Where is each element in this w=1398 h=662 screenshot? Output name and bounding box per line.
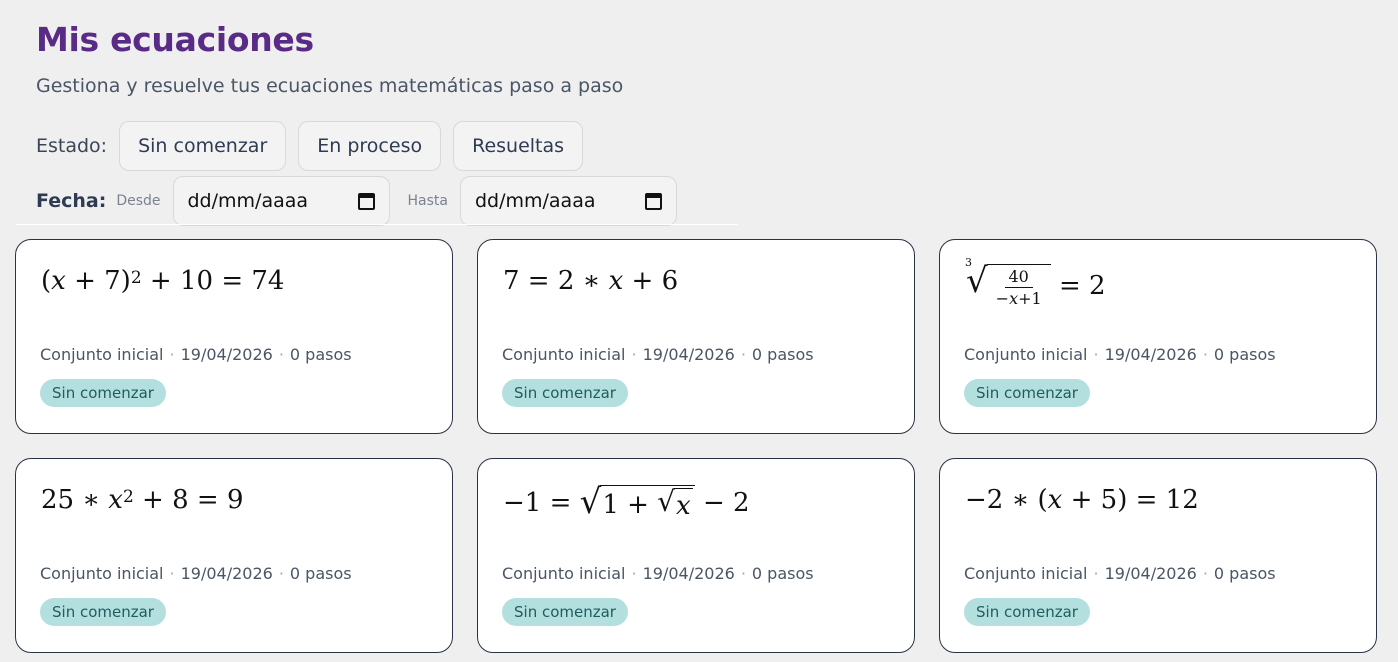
equation-meta: Conjunto inicial · 19/04/2026 · 0 pasos	[964, 345, 1276, 364]
equation-meta: Conjunto inicial · 19/04/2026 · 0 pasos	[502, 564, 814, 583]
hasta-date-value: dd/mm/aaaa	[474, 190, 596, 212]
equation-card[interactable]: (x + 7) 2 + 10 = 74 Conjunto inicial · 19/0…	[15, 239, 453, 434]
desde-label: Desde	[116, 193, 161, 209]
date-filter-label: Fecha:	[36, 190, 107, 212]
status-badge: Sin comenzar	[40, 379, 166, 407]
calendar-icon[interactable]	[644, 192, 662, 210]
equation-date: 19/04/2026	[180, 345, 273, 364]
equation-steps: 0 pasos	[1213, 345, 1276, 364]
equation-date: 19/04/2026	[1104, 564, 1197, 583]
equation-formula: 25 ∗ x2 + 8 = 9	[41, 485, 244, 515]
filter-resueltas-button[interactable]: Resueltas	[453, 121, 584, 171]
status-badge: Sin comenzar	[964, 598, 1090, 626]
page-subtitle: Gestiona y resuelve tus ecuaciones matem…	[36, 75, 624, 97]
desde-date-input[interactable]: dd/mm/aaaa	[172, 176, 390, 226]
filter-sin-comenzar-button[interactable]: Sin comenzar	[119, 121, 287, 171]
hasta-date-input[interactable]: dd/mm/aaaa	[459, 176, 677, 226]
equation-card[interactable]: 3 √ 40 −x+1 = 2 Conjunto inicial · 19/04/20…	[939, 239, 1377, 434]
equations-page: Mis ecuaciones Gestiona y resuelve tus e…	[0, 0, 1398, 662]
equation-formula: −2 ∗ (x + 5) = 12	[965, 485, 1199, 515]
equation-card[interactable]: 25 ∗ x2 + 8 = 9 Conjunto inicial · 19/04/2…	[15, 458, 453, 653]
status-badge: Sin comenzar	[502, 379, 628, 407]
equation-set: Conjunto inicial	[40, 564, 164, 583]
equation-formula: −1 = √ 1 + √ x − 2	[503, 482, 750, 522]
equation-date: 19/04/2026	[180, 564, 273, 583]
filter-divider	[16, 224, 738, 225]
equation-set: Conjunto inicial	[502, 345, 626, 364]
equation-set: Conjunto inicial	[964, 345, 1088, 364]
equation-set: Conjunto inicial	[964, 564, 1088, 583]
equation-card[interactable]: −2 ∗ (x + 5) = 12 Conjunto inicial · 19/04…	[939, 458, 1377, 653]
status-badge: Sin comenzar	[502, 598, 628, 626]
status-filter: Estado: Sin comenzar En proceso Resuelta…	[36, 121, 595, 171]
filter-en-proceso-button[interactable]: En proceso	[298, 121, 442, 171]
equation-meta: Conjunto inicial · 19/04/2026 · 0 pasos	[40, 564, 352, 583]
equation-meta: Conjunto inicial · 19/04/2026 · 0 pasos	[964, 564, 1276, 583]
page-title: Mis ecuaciones	[36, 20, 314, 59]
equation-grid: (x + 7) 2 + 10 = 74 Conjunto inicial · 19/0…	[15, 239, 1377, 653]
calendar-icon[interactable]	[357, 192, 375, 210]
equation-formula: 3 √ 40 −x+1 = 2	[965, 256, 1106, 308]
equation-steps: 0 pasos	[751, 345, 814, 364]
desde-date-value: dd/mm/aaaa	[187, 190, 309, 212]
equation-formula: (x + 7) 2 + 10 = 74	[41, 266, 285, 296]
equation-steps: 0 pasos	[751, 564, 814, 583]
equation-steps: 0 pasos	[289, 564, 352, 583]
equation-date: 19/04/2026	[642, 564, 735, 583]
equation-date: 19/04/2026	[642, 345, 735, 364]
status-filter-label: Estado:	[36, 135, 108, 157]
status-badge: Sin comenzar	[40, 598, 166, 626]
status-badge: Sin comenzar	[964, 379, 1090, 407]
equation-date: 19/04/2026	[1104, 345, 1197, 364]
equation-set: Conjunto inicial	[502, 564, 626, 583]
equation-steps: 0 pasos	[289, 345, 352, 364]
equation-card[interactable]: −1 = √ 1 + √ x − 2 Conjunto inicial · 19/04…	[477, 458, 915, 653]
equation-set: Conjunto inicial	[40, 345, 164, 364]
equation-meta: Conjunto inicial · 19/04/2026 · 0 pasos	[40, 345, 352, 364]
hasta-label: Hasta	[407, 193, 448, 209]
equation-meta: Conjunto inicial · 19/04/2026 · 0 pasos	[502, 345, 814, 364]
equation-steps: 0 pasos	[1213, 564, 1276, 583]
equation-card[interactable]: 7 = 2 ∗ x + 6 Conjunto inicial · 19/04/202…	[477, 239, 915, 434]
date-filter: Fecha: Desde dd/mm/aaaa Hasta dd/mm/aaaa	[36, 176, 695, 226]
equation-formula: 7 = 2 ∗ x + 6	[503, 266, 679, 296]
